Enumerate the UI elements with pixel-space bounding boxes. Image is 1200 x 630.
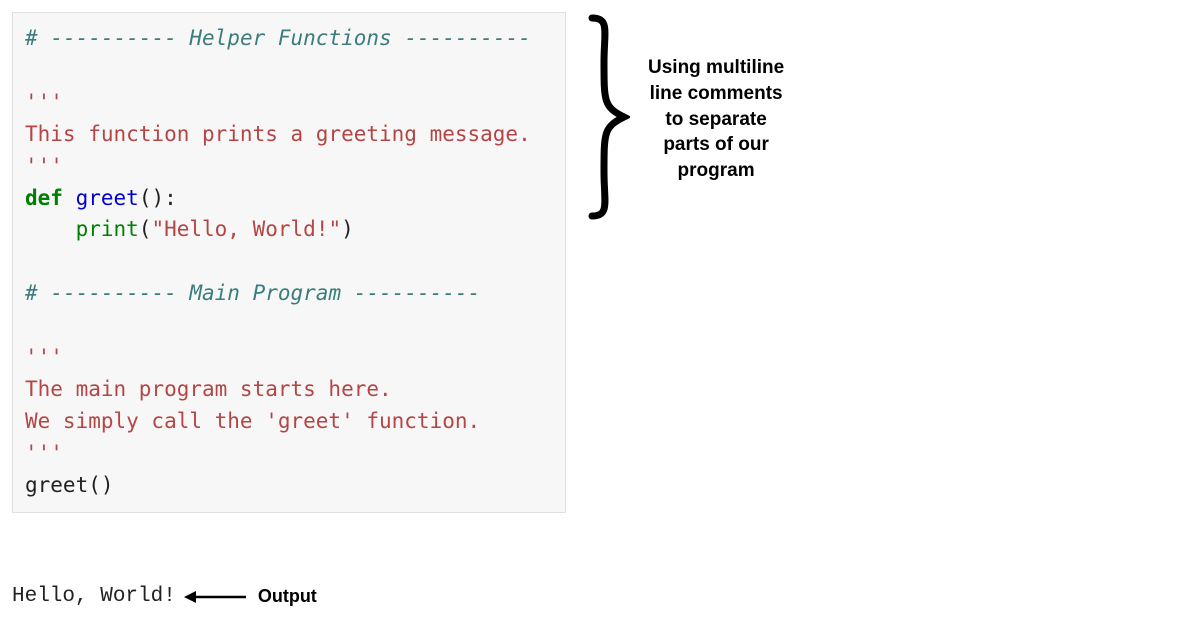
docstring-close-1: '''	[25, 154, 63, 178]
docstring-close-2: '''	[25, 441, 63, 465]
section-header-main: # ---------- Main Program ----------	[25, 281, 480, 305]
curly-brace-icon	[580, 12, 630, 227]
code-block: # ---------- Helper Functions ----------…	[12, 12, 566, 513]
arrow-left-icon	[184, 589, 248, 605]
docstring-body-1: This function prints a greeting message.	[25, 122, 531, 146]
def-keyword: def	[25, 186, 63, 210]
annotation-callout: Using multiline line comments to separat…	[580, 12, 784, 227]
output-area: Hello, World! Output	[12, 585, 317, 608]
docstring-open-2: '''	[25, 345, 63, 369]
docstring-body-2a: The main program starts here.	[25, 377, 392, 401]
print-builtin: print	[76, 217, 139, 241]
output-label: Output	[258, 586, 317, 607]
function-name-def: greet	[76, 186, 139, 210]
docstring-open-1: '''	[25, 90, 63, 114]
annotation-text: Using multiline line comments to separat…	[648, 55, 784, 183]
output-text: Hello, World!	[12, 585, 176, 608]
string-literal: "Hello, World!"	[151, 217, 341, 241]
section-header-helpers: # ---------- Helper Functions ----------	[25, 26, 531, 50]
def-parens: ():	[139, 186, 177, 210]
docstring-body-2b: We simply call the 'greet' function.	[25, 409, 480, 433]
function-call: greet()	[25, 473, 114, 497]
